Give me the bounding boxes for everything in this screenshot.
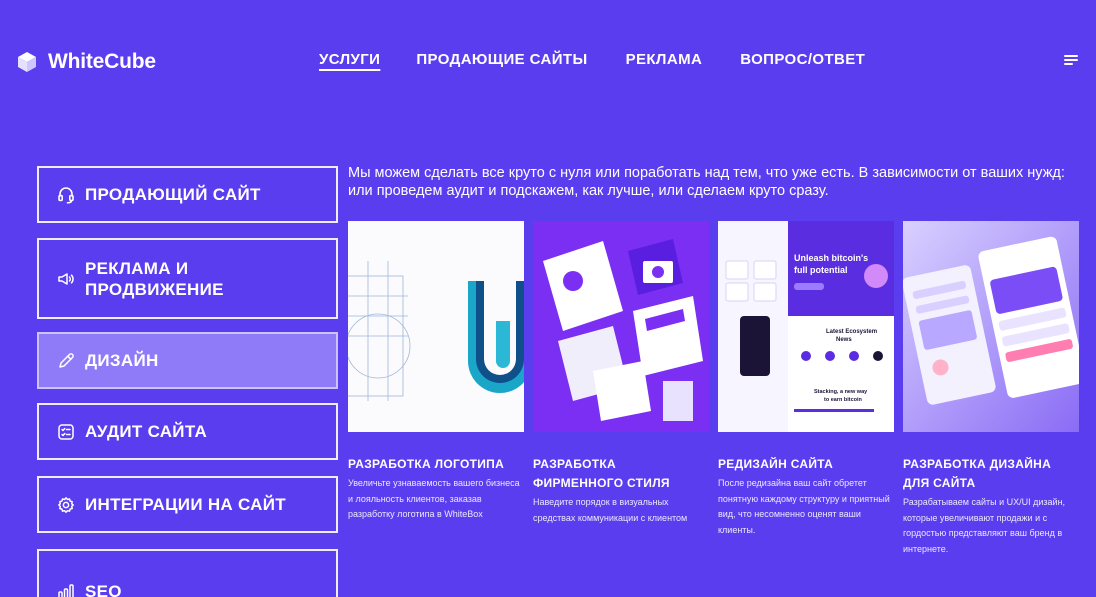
- nav-item-services[interactable]: УСЛУГИ: [319, 51, 380, 68]
- web-design-image: [903, 221, 1079, 432]
- service-card-title: РАЗРАБОТКА ФИРМЕННОГО СТИЛЯ: [533, 457, 670, 490]
- nav-item-faq[interactable]: ВОПРОС/ОТВЕТ: [740, 51, 865, 68]
- sidebar-item-integrations[interactable]: ИНТЕГРАЦИИ НА САЙТ: [37, 476, 338, 533]
- service-card-web-design[interactable]: РАЗРАБОТКА ДИЗАЙНА ДЛЯ САЙТА Разрабатыва…: [903, 221, 1079, 557]
- sidebar-item-label: ИНТЕГРАЦИИ НА САЙТ: [85, 495, 286, 514]
- nav-item-advertising[interactable]: РЕКЛАМА: [626, 51, 703, 68]
- service-card-title: РАЗРАБОТКА ЛОГОТИПА: [348, 457, 505, 471]
- brand-identity-image: [533, 221, 709, 432]
- service-card-description: После редизайна ваш сайт обретет понятну…: [718, 478, 890, 535]
- sidebar-item-label: РЕКЛАМА И ПРОДВИЖЕНИЕ: [85, 258, 224, 299]
- service-card-logo[interactable]: РАЗРАБОТКА ЛОГОТИПА Увеличьте узнаваемос…: [348, 221, 524, 523]
- nav-item-selling-sites[interactable]: ПРОДАЮЩИЕ САЙТЫ: [416, 51, 587, 68]
- sidebar-item-design[interactable]: ДИЗАЙН: [37, 332, 338, 389]
- sidebar-item-label: АУДИТ САЙТА: [85, 422, 208, 441]
- sidebar-item-label: ДИЗАЙН: [85, 351, 159, 370]
- cube-icon: [18, 52, 36, 72]
- megaphone-icon: [55, 268, 77, 290]
- brand-logo[interactable]: WhiteCube: [18, 50, 156, 74]
- service-card-description: Увеличьте узнаваемость вашего бизнеса и …: [348, 478, 520, 519]
- svg-text:Unleash bitcoin's: Unleash bitcoin's: [794, 253, 868, 263]
- services-intro-text: Мы можем сделать все круто с нуля или по…: [348, 165, 1065, 199]
- services-cards: РАЗРАБОТКА ЛОГОТИПА Увеличьте узнаваемос…: [348, 221, 1079, 597]
- service-card-description: Разрабатываем сайты и UX/UI дизайн, кото…: [903, 497, 1066, 554]
- sidebar-item-seo[interactable]: SEO: [37, 549, 338, 597]
- redesign-image: Unleash bitcoin's full potential Latest …: [718, 221, 894, 432]
- svg-text:News: News: [836, 337, 852, 343]
- headset-icon: [55, 184, 77, 206]
- brand-name: WhiteCube: [48, 50, 156, 73]
- main-nav: УСЛУГИ ПРОДАЮЩИЕ САЙТЫ РЕКЛАМА ВОПРОС/ОТ…: [319, 51, 865, 68]
- service-card-title: РАЗРАБОТКА ДИЗАЙНА ДЛЯ САЙТА: [903, 457, 1052, 490]
- service-card-title: РЕДИЗАЙН САЙТА: [718, 457, 834, 471]
- hamburger-menu-icon[interactable]: [1064, 52, 1080, 68]
- service-card-description: Наведите порядок в визуальных средствах …: [533, 497, 688, 523]
- checklist-icon: [55, 421, 77, 443]
- service-card-redesign[interactable]: Unleash bitcoin's full potential Latest …: [718, 221, 894, 538]
- sidebar-item-label: ПРОДАЮЩИЙ САЙТ: [85, 185, 261, 204]
- sidebar-item-site-audit[interactable]: АУДИТ САЙТА: [37, 403, 338, 460]
- sidebar-item-selling-site[interactable]: ПРОДАЮЩИЙ САЙТ: [37, 166, 338, 223]
- pencil-icon: [55, 350, 77, 372]
- svg-text:to earn bitcoin: to earn bitcoin: [824, 397, 863, 403]
- sidebar-item-advertising[interactable]: РЕКЛАМА И ПРОДВИЖЕНИЕ: [37, 238, 338, 319]
- gear-icon: [55, 494, 77, 516]
- svg-text:Latest Ecosystem: Latest Ecosystem: [826, 329, 877, 335]
- sidebar-item-label: SEO: [85, 582, 122, 597]
- logo-design-image: [348, 221, 524, 432]
- svg-text:full potential: full potential: [794, 265, 848, 275]
- svg-text:Stacking, a new way: Stacking, a new way: [814, 389, 868, 395]
- service-card-brand-identity[interactable]: РАЗРАБОТКА ФИРМЕННОГО СТИЛЯ Наведите пор…: [533, 221, 709, 526]
- bar-chart-icon: [55, 581, 77, 597]
